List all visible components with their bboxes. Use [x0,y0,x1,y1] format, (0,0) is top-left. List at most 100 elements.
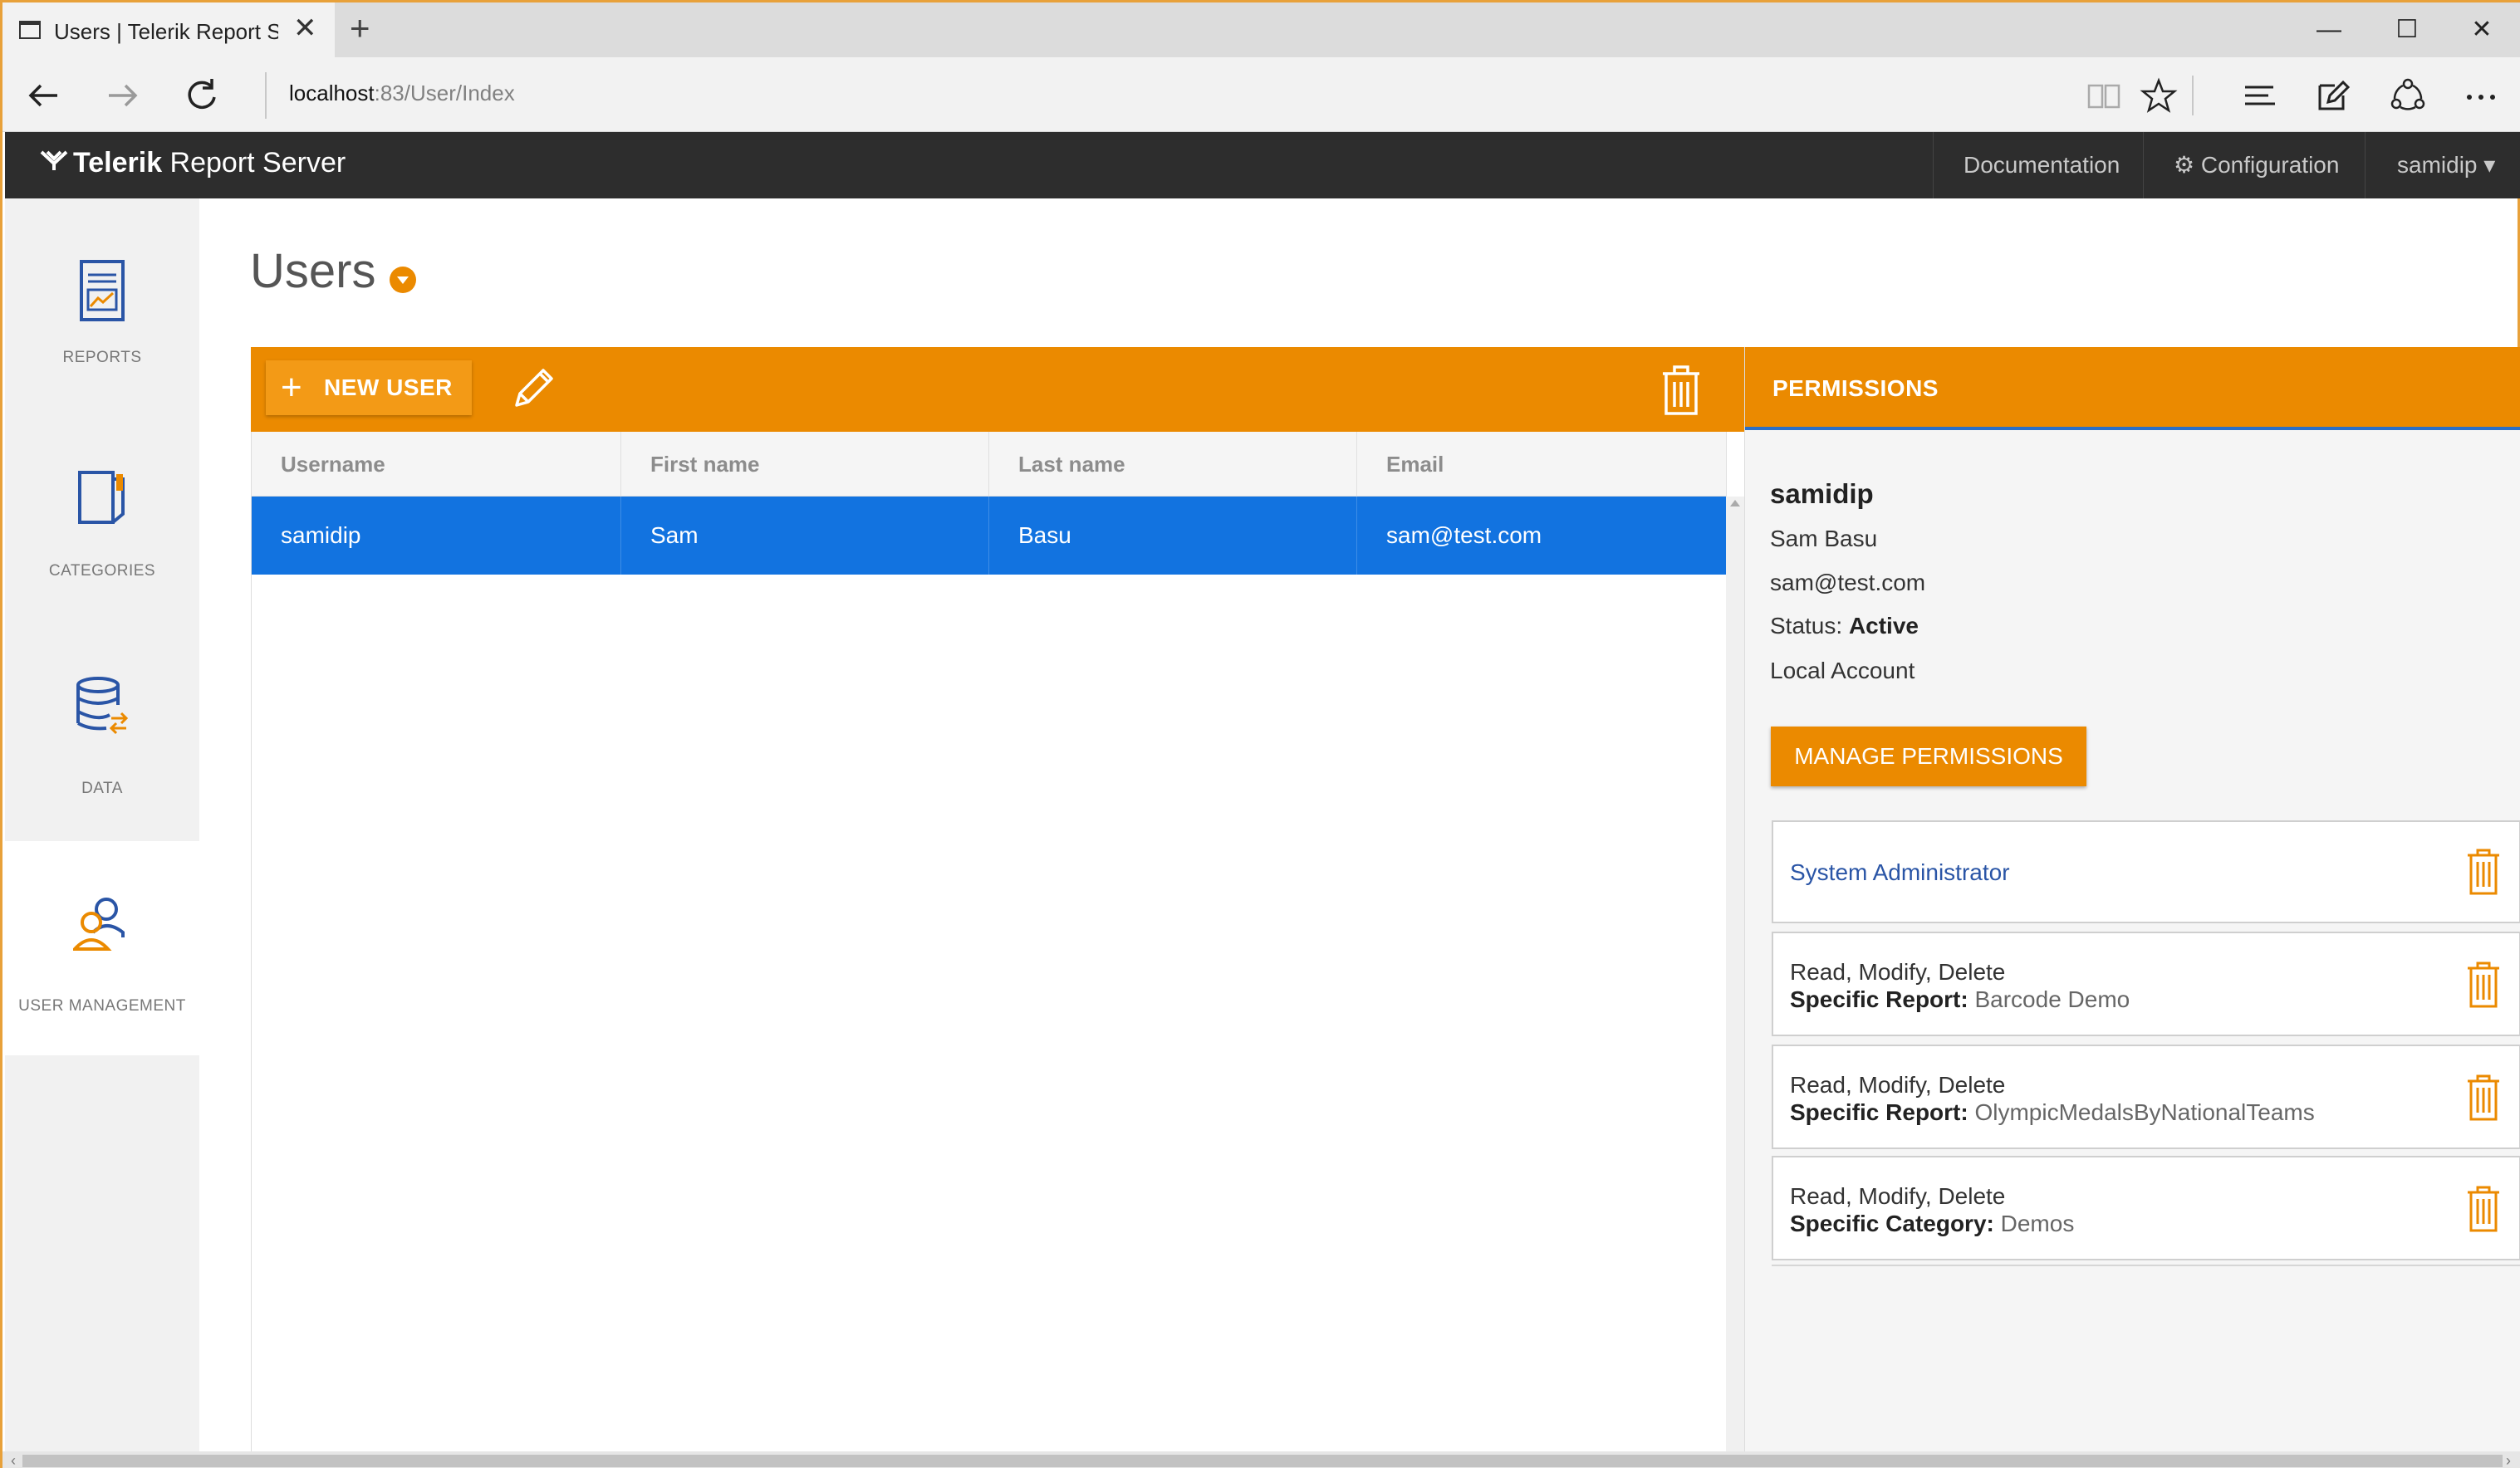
delete-permission-icon[interactable] [2464,960,2503,1010]
scroll-left-icon[interactable]: ‹ [4,1451,22,1468]
permission-entry[interactable]: System Administrator [1772,820,2520,923]
browser-tab-users[interactable]: Users | Telerik Report Se ✕ [2,2,335,57]
cell-username: samidip [252,497,621,575]
page-icon [19,21,41,39]
page-horizontal-scrollbar[interactable]: ‹ › [2,1451,2520,1468]
minimize-icon[interactable]: — [2292,2,2366,57]
scrollbar-thumb[interactable] [22,1455,2503,1467]
permissions-panel: PERMISSIONS samidip Sam Basu sam@test.co… [1744,347,2520,1451]
table-row[interactable]: samidip Sam Basu sam@test.com [252,497,1727,575]
delete-permission-icon[interactable] [2464,1184,2503,1234]
maximize-icon[interactable]: ☐ [2370,2,2444,57]
configuration-link[interactable]: ⚙ Configuration [2143,132,2369,198]
column-header-username[interactable]: Username [252,432,621,497]
brand-bold: Telerik [73,147,163,179]
new-tab-icon[interactable]: + [350,11,370,46]
toolbar-separator [2192,76,2194,115]
address-path: :83/User/Index [374,81,515,105]
sidebar-label-user-management: USER MANAGEMENT [18,997,186,1015]
delete-permission-icon[interactable] [2464,847,2503,897]
permission-entry-text: Read, Modify, Delete Specific Category: … [1790,1182,2074,1237]
refresh-icon[interactable] [179,72,225,119]
permission-scope-label: Specific Report: [1790,1099,1968,1125]
status-label: Status: [1770,613,1849,639]
cell-last-name: Basu [989,497,1357,575]
forward-icon[interactable] [99,72,145,119]
sidebar-label-reports: REPORTS [62,349,142,366]
column-header-last-name[interactable]: Last name [989,432,1357,497]
gear-icon: ⚙ [2174,152,2201,178]
permission-entry[interactable]: Read, Modify, Delete Specific Report: Ol… [1772,1045,2520,1149]
scroll-right-icon[interactable]: › [2499,1451,2518,1468]
new-user-label: NEW USER [324,374,453,400]
sidebar-label-data: DATA [81,780,123,797]
permission-entry[interactable]: Read, Modify, Delete Specific Report: Ba… [1772,932,2520,1036]
user-menu[interactable]: samidip ▾ [2365,132,2518,198]
sidebar-label-categories: CATEGORIES [48,562,156,580]
address-input[interactable]: localhost:83/User/Index [289,81,515,106]
browser-address-bar: localhost:83/User/Index [2,57,2520,132]
title-dropdown-icon[interactable] [390,267,416,293]
manage-permissions-button[interactable]: MANAGE PERMISSIONS [1771,727,2086,786]
sidebar: REPORTS CATEGORIES DATA USER MANAGEMENT [5,198,199,1468]
permission-entry-text: System Administrator [1790,859,2010,886]
column-header-email[interactable]: Email [1357,432,1727,497]
permission-email: sam@test.com [1770,570,1926,595]
sidebar-item-user-management[interactable]: USER MANAGEMENT [5,841,199,1055]
sidebar-item-categories[interactable]: CATEGORIES [5,413,199,627]
telerik-logo-icon [40,147,68,179]
sidebar-item-data[interactable]: DATA [5,627,199,841]
permission-entry[interactable]: Read, Modify, Delete Specific Category: … [1772,1156,2520,1260]
grid-scrollbar[interactable] [1726,497,1744,1451]
permissions-list-divider [1772,1265,2520,1266]
page-title: Users [250,244,376,298]
permission-username: samidip [1770,478,1874,509]
share-icon[interactable] [2385,72,2431,119]
caret-down-icon: ▾ [2477,152,2496,178]
permissions-title: PERMISSIONS [1772,375,1939,401]
permission-entry-text: Read, Modify, Delete Specific Report: Ol… [1790,1071,2315,1126]
browser-window: Users | Telerik Report Se ✕ + — ☐ ✕ loca… [0,0,2520,1468]
permissions-header: PERMISSIONS [1745,347,2520,430]
permission-scope-value: Demos [2000,1211,2075,1236]
status-value: Active [1848,613,1919,639]
users-grid: Username First name Last name Email sami… [251,432,1727,1451]
favorite-star-icon[interactable] [2135,72,2182,119]
sidebar-item-reports[interactable]: REPORTS [5,198,199,413]
more-options-icon[interactable] [2458,72,2504,119]
window-close-icon[interactable]: ✕ [2444,2,2519,57]
browser-tab-title: Users | Telerik Report Se [54,19,278,44]
user-menu-label: samidip [2397,152,2478,178]
address-host: localhost [289,81,375,105]
edit-pencil-icon[interactable] [507,362,560,415]
permission-role-link[interactable]: System Administrator [1790,859,2010,885]
database-icon [76,677,129,735]
telerik-logo[interactable]: Telerik Report Server [40,147,346,179]
categories-icon [78,471,125,524]
cell-first-name: Sam [621,497,989,575]
app-header: Telerik Report Server Documentation ⚙ Co… [5,132,2520,198]
column-header-first-name[interactable]: First name [621,432,989,497]
delete-trash-icon[interactable] [1656,362,1706,417]
users-icon [73,898,125,951]
permission-scope-value: Barcode Demo [1974,986,2130,1012]
permission-status: Status: Active [1770,613,1919,639]
close-tab-icon[interactable]: ✕ [293,14,317,42]
users-toolbar: + NEW USER [251,347,1744,432]
back-icon[interactable] [21,72,67,119]
hub-icon[interactable] [2237,72,2283,119]
new-user-button[interactable]: + NEW USER [266,360,472,415]
reading-view-icon[interactable] [2081,72,2127,119]
permission-account-type: Local Account [1770,658,1915,683]
permission-scope-label: Specific Report: [1790,986,1968,1012]
delete-permission-icon[interactable] [2464,1073,2503,1123]
brand-rest: Report Server [162,147,346,179]
permission-actions: Read, Modify, Delete [1790,1183,2006,1209]
documentation-link[interactable]: Documentation [1933,132,2150,198]
configuration-label: Configuration [2200,152,2340,178]
plus-icon: + [281,367,303,408]
browser-tab-bar: Users | Telerik Report Se ✕ + — ☐ ✕ [2,2,2520,57]
report-document-icon [80,260,125,321]
permission-full-name: Sam Basu [1770,526,1878,551]
web-note-icon[interactable] [2310,72,2356,119]
